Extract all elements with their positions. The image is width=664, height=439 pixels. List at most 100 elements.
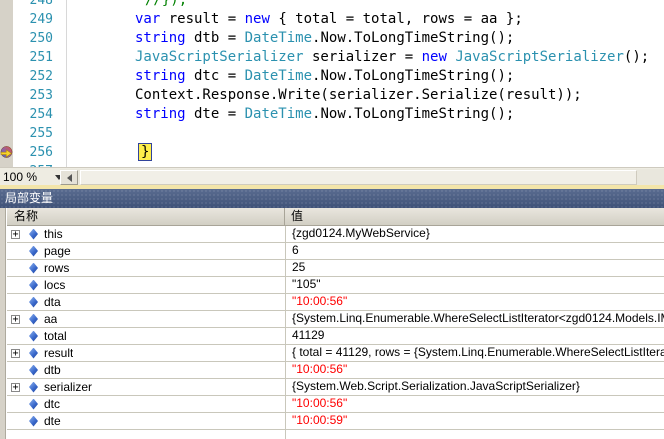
variable-value: { total = 41129, rows = {System.Linq.Enu… — [285, 345, 664, 361]
scroll-left-button[interactable] — [60, 170, 78, 185]
locals-grid: 名称 值 + this {zgd0124.MyWebService} page 6 row… — [7, 208, 664, 439]
scroll-left-arrow-icon — [66, 173, 72, 182]
variable-name-cell: dte — [7, 413, 285, 429]
variable-value: "10:00:56" — [285, 362, 664, 378]
editor-bottom-bar: 100 % — [0, 167, 664, 186]
expand-icon[interactable]: + — [11, 314, 20, 324]
current-statement-highlight: } — [138, 143, 153, 161]
variable-name: serializer — [44, 379, 93, 394]
variable-name-cell: + aa — [7, 311, 285, 327]
variable-value: 25 — [285, 260, 664, 276]
variable-name: locs — [44, 277, 66, 292]
field-icon — [29, 296, 38, 308]
code-line[interactable]: 254 string dte = DateTime.Now.ToLongTimeS… — [0, 105, 664, 124]
variable-value: "105" — [285, 277, 664, 293]
line-number: 256 — [29, 145, 53, 160]
variable-value: "10:00:59" — [285, 413, 664, 429]
zoom-level-value: 100 % — [3, 170, 38, 184]
locals-rows: + this {zgd0124.MyWebService} page 6 rows 25 lo… — [7, 226, 664, 439]
code-line[interactable]: 251 JavaScriptSerializer serializer = new… — [0, 48, 664, 67]
current-statement-icon[interactable] — [0, 146, 13, 159]
variable-name-cell: dta — [7, 294, 285, 310]
expand-icon[interactable]: + — [11, 382, 20, 392]
code-text: string dtc = DateTime.Now.ToLongTimeStri… — [135, 67, 514, 86]
variable-row[interactable]: dta "10:00:56" — [7, 294, 664, 311]
variable-row[interactable]: dtc "10:00:56" — [7, 396, 664, 413]
variable-row[interactable]: dte "10:00:59" — [7, 413, 664, 430]
code-token: JavaScriptSerializer — [135, 49, 304, 65]
field-icon — [29, 381, 38, 393]
variable-name: dtc — [44, 396, 61, 411]
code-token: dtc = — [185, 68, 245, 84]
empty-row — [7, 430, 664, 439]
variable-name: dta — [44, 294, 61, 309]
horizontal-scrollbar[interactable] — [60, 169, 664, 186]
code-token: dtb = — [185, 30, 245, 46]
code-line[interactable]: 256} — [0, 143, 664, 162]
code-token: DateTime — [244, 68, 313, 84]
field-icon — [29, 398, 38, 410]
locals-left-margin — [0, 208, 6, 439]
code-token: new — [244, 11, 270, 27]
code-text: string dte = DateTime.Now.ToLongTimeStri… — [135, 105, 514, 124]
variable-value: {System.Linq.Enumerable.WhereSelectListI… — [285, 311, 664, 327]
variable-name: dtb — [44, 362, 61, 377]
variable-row[interactable]: dtb "10:00:56" — [7, 362, 664, 379]
variable-value: "10:00:56" — [285, 294, 664, 310]
code-line[interactable]: 249 var result = new { total = total, row… — [0, 10, 664, 29]
variable-name: aa — [44, 311, 58, 326]
code-line[interactable]: 248 //}); — [0, 0, 664, 10]
code-line[interactable]: 253 Context.Response.Write(serializer.Ser… — [0, 86, 664, 105]
variable-row[interactable]: + serializer {System.Web.Script.Serializat… — [7, 379, 664, 396]
variable-row[interactable]: + result { total = 41129, rows = {System.L… — [7, 345, 664, 362]
header-name-column[interactable]: 名称 — [7, 208, 285, 225]
line-number: 252 — [29, 69, 53, 84]
variable-name-cell: + this — [7, 226, 285, 242]
variable-name-cell: locs — [7, 277, 285, 293]
code-editor[interactable]: 248 //}); 249 var result = new { total = to… — [0, 0, 664, 167]
field-icon — [29, 228, 38, 240]
field-icon — [29, 313, 38, 325]
code-line[interactable]: 252 string dtc = DateTime.Now.ToLongTimeS… — [0, 67, 664, 86]
variable-value: 6 — [285, 243, 664, 259]
code-line[interactable]: 255 — [0, 124, 664, 143]
variable-name-cell: + serializer — [7, 379, 285, 395]
code-token: .Now.ToLongTimeString(); — [312, 30, 515, 46]
code-text: //}); — [145, 0, 187, 10]
variable-row[interactable]: total 41129 — [7, 328, 664, 345]
expand-icon[interactable]: + — [11, 229, 20, 239]
zoom-level-select[interactable]: 100 % — [3, 169, 64, 185]
line-number: 250 — [29, 31, 53, 46]
variable-name-cell: dtb — [7, 362, 285, 378]
variable-name: dte — [44, 413, 61, 428]
code-token: DateTime — [244, 106, 313, 122]
code-line[interactable]: 250 string dtb = DateTime.Now.ToLongTimeS… — [0, 29, 664, 48]
variable-row[interactable]: page 6 — [7, 243, 664, 260]
variable-row[interactable]: rows 25 — [7, 260, 664, 277]
locals-window: 局部变量 名称 值 + this {zgd0124.MyWebService} pag… — [0, 189, 664, 439]
code-token: JavaScriptSerializer — [455, 49, 624, 65]
variable-name-cell — [7, 430, 285, 439]
variable-row[interactable]: + aa {System.Linq.Enumerable.WhereSelectLi… — [7, 311, 664, 328]
header-value-column[interactable]: 值 — [285, 208, 664, 225]
code-token: result = — [160, 11, 245, 27]
code-token: //}); — [145, 0, 188, 8]
scrollbar-thumb[interactable] — [80, 170, 637, 185]
expand-icon[interactable]: + — [11, 348, 20, 358]
locals-header-row: 名称 值 — [7, 208, 664, 226]
line-number: 251 — [29, 50, 53, 65]
variable-name: total — [44, 328, 67, 343]
field-icon — [29, 364, 38, 376]
field-icon — [29, 347, 38, 359]
variable-value: {zgd0124.MyWebService} — [285, 226, 664, 242]
line-number: 248 — [29, 0, 53, 8]
variable-row[interactable]: locs "105" — [7, 277, 664, 294]
variable-row[interactable]: + this {zgd0124.MyWebService} — [7, 226, 664, 243]
locals-title: 局部变量 — [5, 191, 54, 205]
code-text: JavaScriptSerializer serializer = new Ja… — [135, 48, 649, 67]
code-text: } — [138, 143, 153, 162]
field-icon — [29, 415, 38, 427]
variable-name-cell: page — [7, 243, 285, 259]
code-text: string dtb = DateTime.Now.ToLongTimeStri… — [135, 29, 514, 48]
variable-name: page — [44, 243, 71, 258]
